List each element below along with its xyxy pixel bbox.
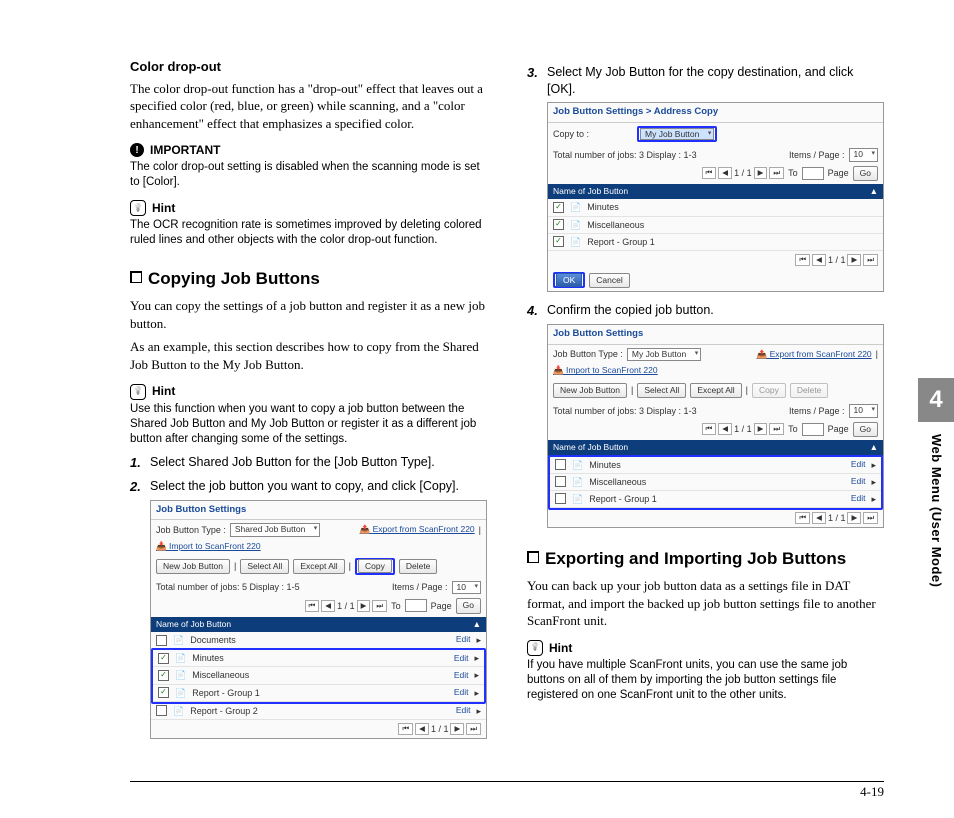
pager-last[interactable]: ⏭ <box>372 600 387 612</box>
ss2-ok-button[interactable]: OK <box>556 273 582 287</box>
para-export: You can back up your job button data as … <box>527 577 884 630</box>
step-2: 2.Select the job button you want to copy… <box>130 478 487 496</box>
para-color-dropout: The color drop-out function has a "drop-… <box>130 80 487 133</box>
ss3-highlight-box: 📄MinutesEdit▸ 📄MiscellaneousEdit▸ 📄Repor… <box>548 455 883 510</box>
hint-icon <box>130 200 146 216</box>
ss3-type-select[interactable]: My Job Button <box>627 348 701 361</box>
ss3-export-link[interactable]: 📤 Export from ScanFront 220 <box>757 349 872 360</box>
ss1-copy-button[interactable]: Copy <box>358 559 392 573</box>
ss1-new-button[interactable]: New Job Button <box>156 559 230 574</box>
pager-prev[interactable]: ◀ <box>321 600 335 612</box>
hint-export-body: If you have multiple ScanFront units, yo… <box>527 658 884 703</box>
ss1-export-link[interactable]: 📤 Export from ScanFront 220 <box>360 524 475 535</box>
section-marker-icon <box>130 271 142 283</box>
ss3-total: Total number of jobs: 3 Display : 1-3 <box>553 405 697 417</box>
ss1-delete-button[interactable]: Delete <box>399 559 438 574</box>
hint-export-label: Hint <box>549 640 572 656</box>
section-marker-icon <box>527 551 539 563</box>
ss3-page-input[interactable] <box>802 423 824 436</box>
table-row[interactable]: 📄Report - Group 1Edit▸ <box>550 491 881 508</box>
ss2-go-button[interactable]: Go <box>853 166 878 181</box>
ss1-items-select[interactable]: 10 <box>452 581 481 594</box>
ss3-items-select[interactable]: 10 <box>849 404 878 417</box>
ss3-type-label: Job Button Type : <box>553 348 623 360</box>
table-row[interactable]: 📄Miscellaneous <box>548 217 883 234</box>
para-copy2: As an example, this section describes ho… <box>130 338 487 373</box>
chapter-label: Web Menu (User Mode) <box>929 434 944 588</box>
ss1-import-link[interactable]: 📥 Import to ScanFront 220 <box>156 541 261 552</box>
hint-icon <box>130 384 146 400</box>
left-column: Color drop-out The color drop-out functi… <box>130 58 487 749</box>
ss2-title: Job Button Settings > Address Copy <box>548 103 883 123</box>
chapter-tab: 4 <box>918 378 954 422</box>
pager-next[interactable]: ▶ <box>357 600 371 612</box>
step-1: 1.Select Shared Job Button for the [Job … <box>130 454 487 472</box>
ss3-import-link[interactable]: 📥 Import to ScanFront 220 <box>553 365 658 376</box>
ss1-highlight-box: 📄MinutesEdit▸ 📄MiscellaneousEdit▸ 📄Repor… <box>151 648 486 703</box>
ss3-copy-button[interactable]: Copy <box>752 383 786 398</box>
ss2-cancel-button[interactable]: Cancel <box>589 273 629 288</box>
table-row[interactable]: 📄MiscellaneousEdit▸ <box>550 474 881 491</box>
hint-icon <box>527 640 543 656</box>
important-body: The color drop-out setting is disabled w… <box>130 160 487 190</box>
hint2-label: Hint <box>152 383 175 399</box>
step-3: 3.Select My Job Button for the copy dest… <box>527 64 884 98</box>
ss2-total: Total number of jobs: 3 Display : 1-3 <box>553 149 697 161</box>
table-row[interactable]: 📄Report - Group 1Edit▸ <box>153 685 484 702</box>
ss1-title: Job Button Settings <box>151 501 486 521</box>
ss2-copyto-label: Copy to : <box>553 128 589 140</box>
pager-first[interactable]: ⏮ <box>305 600 320 612</box>
heading-color-dropout: Color drop-out <box>130 58 487 76</box>
table-row[interactable]: 📄MiscellaneousEdit▸ <box>153 667 484 684</box>
ss3-go-button[interactable]: Go <box>853 422 878 437</box>
ss1-type-select[interactable]: Shared Job Button <box>230 523 320 536</box>
ss1-type-label: Job Button Type : <box>156 524 226 536</box>
table-row[interactable]: 📄Report - Group 2Edit▸ <box>151 703 486 720</box>
screenshot-job-button-settings: Job Button Settings Job Button Type : Sh… <box>150 500 487 739</box>
screenshot-confirm: Job Button Settings Job Button Type : My… <box>547 324 884 528</box>
page-footer: 4-19 <box>130 781 884 800</box>
ss1-selectall-button[interactable]: Select All <box>240 559 289 574</box>
hint1-body: The OCR recognition rate is sometimes im… <box>130 218 487 248</box>
ss2-page-input[interactable] <box>802 167 824 180</box>
ss1-go-button[interactable]: Go <box>456 598 481 613</box>
table-row[interactable]: 📄Report - Group 1 <box>548 234 883 251</box>
hint1-row: Hint <box>130 200 487 216</box>
ss3-header: Name of Job Button▲ <box>548 440 883 455</box>
ss2-header: Name of Job Button▲ <box>548 184 883 199</box>
ss3-exceptall-button[interactable]: Except All <box>690 383 741 398</box>
important-row: ! IMPORTANT <box>130 142 487 158</box>
important-label: IMPORTANT <box>150 142 220 158</box>
heading-exporting: Exporting and Importing Job Buttons <box>527 548 884 571</box>
table-row[interactable]: 📄MinutesEdit▸ <box>550 457 881 474</box>
ss2-items-select[interactable]: 10 <box>849 148 878 161</box>
ss3-delete-button[interactable]: Delete <box>790 383 829 398</box>
hint1-label: Hint <box>152 200 175 216</box>
screenshot-address-copy: Job Button Settings > Address Copy Copy … <box>547 102 884 293</box>
table-row[interactable]: 📄DocumentsEdit▸ <box>151 632 486 649</box>
ss1-header: Name of Job Button▲ <box>151 617 486 632</box>
ss3-new-button[interactable]: New Job Button <box>553 383 627 398</box>
hint2-row: Hint <box>130 383 487 399</box>
right-column: 3.Select My Job Button for the copy dest… <box>527 58 884 749</box>
ss2-copyto-select[interactable]: My Job Button <box>640 128 714 140</box>
ss3-selectall-button[interactable]: Select All <box>637 383 686 398</box>
para-copy1: You can copy the settings of a job butto… <box>130 297 487 332</box>
hint2-body: Use this function when you want to copy … <box>130 402 487 447</box>
table-row[interactable]: 📄Minutes <box>548 199 883 216</box>
ss1-total: Total number of jobs: 5 Display : 1-5 <box>156 581 300 593</box>
table-row[interactable]: 📄MinutesEdit▸ <box>153 650 484 667</box>
ss3-title: Job Button Settings <box>548 325 883 345</box>
step-4: 4.Confirm the copied job button. <box>527 302 884 320</box>
hint-export-row: Hint <box>527 640 884 656</box>
ss1-page-input[interactable] <box>405 599 427 612</box>
heading-copying: Copying Job Buttons <box>130 268 487 291</box>
important-icon: ! <box>130 143 144 157</box>
ss1-exceptall-button[interactable]: Except All <box>293 559 344 574</box>
